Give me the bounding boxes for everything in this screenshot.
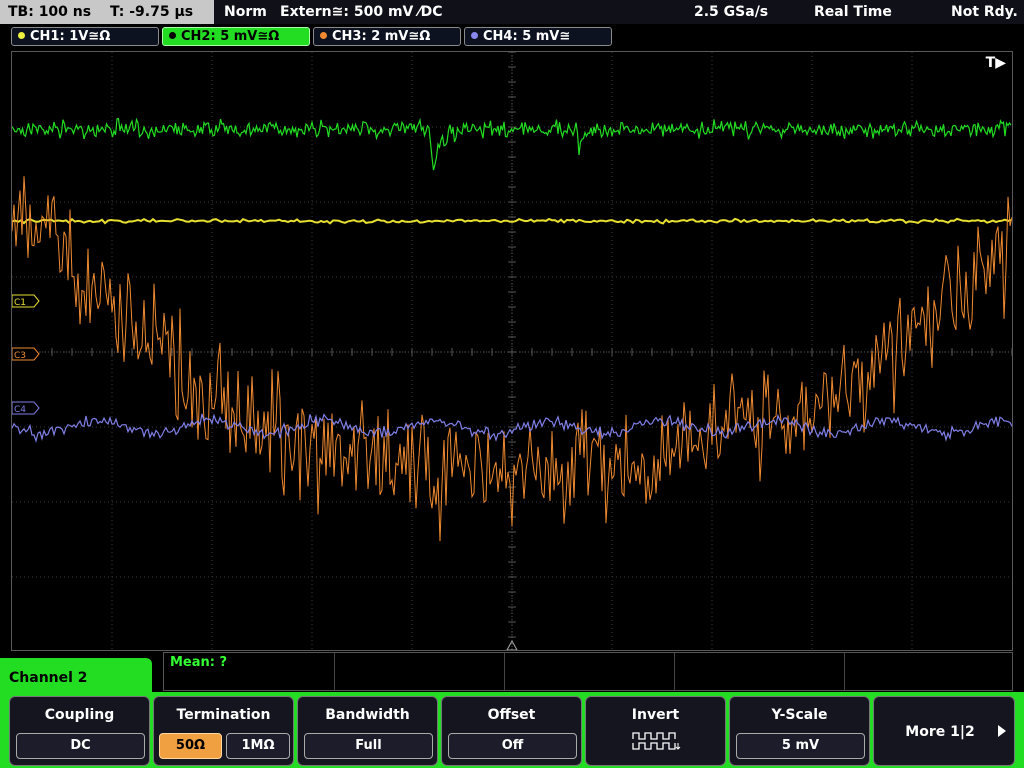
trigger-time-readout: T: -9.75 µs xyxy=(109,4,194,20)
bandwidth-title: Bandwidth xyxy=(325,707,410,723)
measurement-cell xyxy=(844,653,845,690)
ch3-marker-label: C3 xyxy=(14,351,26,361)
channel-tab-row: CH1: 1V≅Ω CH2: 5 mV≅Ω CH3: 2 mV≅Ω CH4: 5… xyxy=(0,24,1024,50)
measurement-panel[interactable]: Mean: ? xyxy=(163,652,1013,691)
softkey-bar: Coupling DC Termination 50Ω 1MΩ Bandwidt… xyxy=(0,692,1024,768)
coupling-value[interactable]: DC xyxy=(16,733,145,759)
more-softkey[interactable]: More 1|2 xyxy=(873,696,1015,766)
ch1-offset-marker[interactable]: C1 xyxy=(12,294,40,308)
tab-ch4-label: CH4: 5 mV≅ xyxy=(483,29,571,44)
tab-ch4[interactable]: CH4: 5 mV≅ xyxy=(464,27,612,46)
status-bar: TB: 100 ns T: -9.75 µs Norm Extern≅: 500… xyxy=(0,0,1024,24)
tab-ch1[interactable]: CH1: 1V≅Ω xyxy=(11,27,159,46)
timebase-readout: TB: 100 ns xyxy=(8,4,92,20)
ch3-color-dot xyxy=(320,32,327,39)
acquisition-mode: Real Time xyxy=(814,4,892,20)
offset-value[interactable]: Off xyxy=(448,733,577,759)
invert-waveform-icon xyxy=(632,732,681,750)
ch2-color-dot xyxy=(169,32,176,39)
ch4-marker-label: C4 xyxy=(14,405,26,415)
waveform-canvas: C1 C3 C4 xyxy=(12,52,1012,650)
tab-ch2[interactable]: CH2: 5 mV≅Ω xyxy=(162,27,310,46)
measurement-cell xyxy=(334,653,335,690)
termination-title: Termination xyxy=(176,707,271,723)
timebase-box[interactable]: TB: 100 ns T: -9.75 µs xyxy=(0,0,214,24)
termination-50-option[interactable]: 50Ω xyxy=(159,733,222,759)
right-arrow-icon xyxy=(998,725,1006,737)
termination-softkey[interactable]: Termination 50Ω 1MΩ xyxy=(153,696,294,766)
more-title: More 1|2 xyxy=(905,724,975,740)
bandwidth-value[interactable]: Full xyxy=(304,733,433,759)
ch1-color-dot xyxy=(18,32,25,39)
offset-title: Offset xyxy=(487,707,536,723)
trigger-source[interactable]: Extern≅: 500 mV ⁄DC xyxy=(280,0,442,24)
coupling-softkey[interactable]: Coupling DC xyxy=(9,696,150,766)
waveform-display[interactable]: C1 C3 C4 T▶ xyxy=(11,51,1013,651)
measurement-cell xyxy=(504,653,505,690)
offset-softkey[interactable]: Offset Off xyxy=(441,696,582,766)
yscale-title: Y-Scale xyxy=(771,707,828,723)
coupling-title: Coupling xyxy=(44,707,115,723)
measurement-cell xyxy=(674,653,675,690)
acquisition-state: Not Rdy. xyxy=(951,4,1018,20)
tab-ch2-label: CH2: 5 mV≅Ω xyxy=(181,29,280,44)
ch1-marker-label: C1 xyxy=(14,298,26,308)
ch3-offset-marker[interactable]: C3 xyxy=(12,347,40,361)
ch4-offset-marker[interactable]: C4 xyxy=(12,401,40,415)
tab-ch1-label: CH1: 1V≅Ω xyxy=(30,29,111,44)
mean-measurement: Mean: ? xyxy=(170,655,228,670)
ch1-waveform xyxy=(12,217,1012,225)
tab-ch3[interactable]: CH3: 2 mV≅Ω xyxy=(313,27,461,46)
ch4-color-dot xyxy=(471,32,478,39)
trigger-mode[interactable]: Norm xyxy=(224,0,267,24)
termination-1m-option[interactable]: 1MΩ xyxy=(226,733,290,759)
bandwidth-softkey[interactable]: Bandwidth Full xyxy=(297,696,438,766)
sample-rate: 2.5 GSa/s xyxy=(694,4,769,20)
yscale-value[interactable]: 5 mV xyxy=(736,733,865,759)
invert-title: Invert xyxy=(631,707,680,723)
tab-ch3-label: CH3: 2 mV≅Ω xyxy=(332,29,431,44)
invert-softkey[interactable]: Invert xyxy=(585,696,726,766)
yscale-softkey[interactable]: Y-Scale 5 mV xyxy=(729,696,870,766)
trigger-level-marker[interactable]: T▶ xyxy=(986,55,1006,71)
